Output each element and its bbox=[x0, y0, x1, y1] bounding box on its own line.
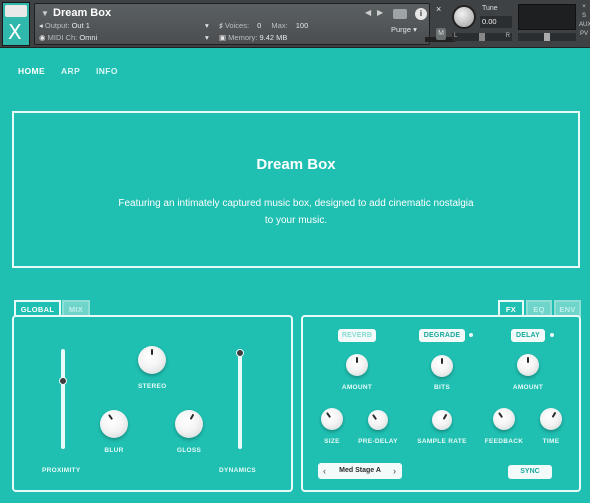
proximity-label: PROXIMITY bbox=[42, 467, 81, 474]
midi-label: MIDI Ch: bbox=[47, 33, 78, 42]
instrument-description: Featuring an intimately captured music b… bbox=[118, 198, 474, 226]
memory-label: Memory: bbox=[228, 33, 258, 42]
reverb-amount-knob[interactable] bbox=[346, 354, 368, 376]
memory-icon: ▣ bbox=[219, 33, 229, 42]
preset-value: Med Stage A bbox=[339, 467, 381, 474]
pan-thumb[interactable] bbox=[479, 33, 485, 41]
tune-label: Tune bbox=[482, 5, 498, 12]
memory-value: 9.42 MB bbox=[259, 33, 288, 42]
close-instrument-button[interactable]: × bbox=[436, 4, 446, 14]
next-instrument-icon[interactable]: ▶ bbox=[377, 8, 383, 17]
proximity-slider[interactable] bbox=[59, 349, 67, 449]
pre-delay-knob[interactable] bbox=[368, 410, 388, 430]
delay-indicator bbox=[550, 333, 554, 337]
midi-value: Omni bbox=[79, 33, 98, 42]
sample-rate-knob[interactable] bbox=[432, 410, 452, 430]
sample-rate-label: SAMPLE RATE bbox=[417, 438, 467, 445]
purge-button[interactable]: Purge ▾ bbox=[391, 25, 417, 34]
gloss-knob[interactable] bbox=[175, 410, 203, 438]
size-label: SIZE bbox=[324, 438, 340, 445]
dynamics-label: DYNAMICS bbox=[219, 467, 257, 474]
blur-label: BLUR bbox=[104, 447, 124, 454]
midi-dropdown-icon[interactable]: ▾ bbox=[205, 33, 209, 42]
sync-button[interactable]: SYNC bbox=[508, 465, 552, 479]
stereo-knob[interactable] bbox=[138, 346, 166, 374]
gloss-label: GLOSS bbox=[176, 447, 202, 454]
preset-next-icon[interactable]: › bbox=[393, 463, 396, 479]
aux-button[interactable]: AUX bbox=[579, 22, 590, 31]
memory-row: ▣ Memory: 9.42 MB bbox=[219, 33, 287, 42]
proximity-slider-thumb[interactable] bbox=[59, 377, 67, 385]
prev-instrument-icon[interactable]: ◀ bbox=[365, 8, 371, 17]
solo-button[interactable]: S bbox=[579, 13, 589, 22]
tune-value[interactable]: 0.00 bbox=[480, 16, 512, 28]
dynamics-slider[interactable] bbox=[236, 349, 244, 449]
pan-left-label: L bbox=[454, 33, 458, 39]
close-rack-icon[interactable]: × bbox=[579, 4, 589, 13]
delay-amount-knob[interactable] bbox=[517, 354, 539, 376]
instrument-name[interactable]: Dream Box bbox=[53, 7, 111, 19]
time-label: TIME bbox=[542, 438, 560, 445]
instrument-info-box: Dream Box Featuring an intimately captur… bbox=[12, 111, 580, 268]
max-label: Max: bbox=[271, 21, 288, 30]
stereo-label: STEREO bbox=[138, 383, 167, 390]
feedback-knob[interactable] bbox=[493, 408, 515, 430]
time-knob[interactable] bbox=[540, 408, 562, 430]
max-value[interactable]: 100 bbox=[296, 21, 309, 30]
kontakt-header: X ▼ Dream Box ◀ ▶ i ◂ Output: Out 1 ▾ ◉ … bbox=[0, 0, 590, 48]
kontakt-logo[interactable]: X bbox=[2, 2, 30, 46]
instrument-key-icon bbox=[5, 5, 27, 17]
pan-right-label: R bbox=[505, 33, 510, 39]
fx-panel: REVERB DEGRADE DELAY AMOUNT BITS AMOUNT … bbox=[301, 315, 581, 492]
blur-knob[interactable] bbox=[100, 410, 128, 438]
output-value: Out 1 bbox=[71, 21, 90, 30]
output-scope bbox=[518, 4, 576, 30]
output-dropdown-icon[interactable]: ▾ bbox=[205, 21, 209, 30]
instrument-header-panel: ▼ Dream Box ◀ ▶ i ◂ Output: Out 1 ▾ ◉ MI… bbox=[34, 3, 455, 45]
reverb-amount-label: AMOUNT bbox=[341, 384, 373, 391]
tab-info[interactable]: INFO bbox=[96, 66, 118, 76]
bits-label: BITS bbox=[433, 384, 450, 391]
snapshot-camera-icon[interactable] bbox=[393, 9, 407, 19]
info-icon[interactable]: i bbox=[415, 8, 427, 20]
output-row[interactable]: ◂ Output: Out 1 bbox=[39, 21, 90, 30]
output-label: Output: bbox=[44, 21, 70, 30]
collapse-arrow-icon[interactable]: ▼ bbox=[41, 9, 49, 18]
voices-value: 0 bbox=[257, 21, 262, 30]
logo-x-icon: X bbox=[8, 20, 22, 44]
bits-knob[interactable] bbox=[431, 355, 453, 377]
degrade-toggle[interactable]: DEGRADE bbox=[419, 329, 465, 342]
feedback-label: FEEDBACK bbox=[484, 438, 524, 445]
voices-label: Voices: bbox=[224, 21, 250, 30]
volume-slider[interactable] bbox=[518, 33, 576, 41]
degrade-indicator bbox=[469, 333, 473, 337]
delay-amount-label: AMOUNT bbox=[512, 384, 544, 391]
tab-arp[interactable]: ARP bbox=[61, 66, 80, 76]
reverb-toggle[interactable]: REVERB bbox=[338, 329, 376, 342]
tune-knob[interactable] bbox=[452, 5, 476, 29]
size-knob[interactable] bbox=[321, 408, 343, 430]
delay-toggle[interactable]: DELAY bbox=[511, 329, 545, 342]
dynamics-slider-thumb[interactable] bbox=[236, 349, 244, 357]
pre-delay-label: PRE-DELAY bbox=[358, 438, 398, 445]
tab-home[interactable]: HOME bbox=[18, 66, 45, 76]
volume-thumb[interactable] bbox=[544, 33, 550, 41]
purge-label: Purge bbox=[391, 25, 412, 34]
voices-row: ♯ Voices: 0 Max: 100 bbox=[219, 21, 308, 30]
midi-icon: ◉ bbox=[39, 33, 48, 42]
midi-learn-button[interactable]: M bbox=[436, 28, 446, 40]
pv-button[interactable]: PV bbox=[579, 31, 589, 40]
midi-row[interactable]: ◉ MIDI Ch: Omni bbox=[39, 33, 97, 42]
instrument-title: Dream Box bbox=[256, 156, 336, 173]
purge-dropdown-icon: ▾ bbox=[413, 25, 417, 34]
pan-slider[interactable]: L R bbox=[452, 33, 512, 41]
global-panel: PROXIMITY STEREO BLUR GLOSS DYNAMICS bbox=[12, 315, 293, 492]
reverb-preset-selector[interactable]: ‹ Med Stage A › bbox=[318, 463, 402, 479]
